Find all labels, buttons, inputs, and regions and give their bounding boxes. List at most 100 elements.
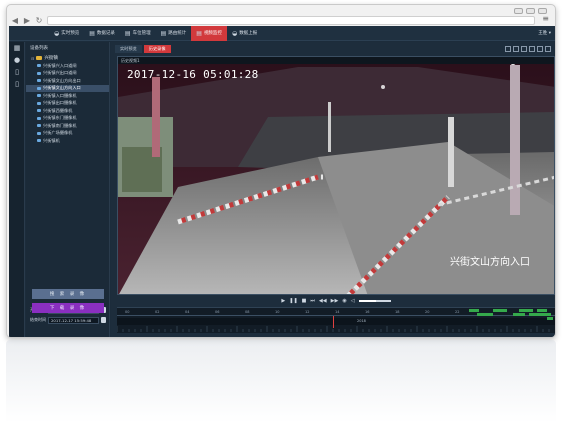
camera-icon [37,79,41,83]
layout-switcher [505,46,551,52]
timeline-tick-label: 18 [395,310,400,314]
device-tree-label: 兴街镇西摄像机 [43,107,73,113]
address-bar[interactable] [47,15,535,25]
tab-records[interactable]: ▤ 数据记录 [84,26,120,41]
device-tree-item[interactable]: 兴街镇西摄像机 [26,107,109,115]
device-tree-label: 兴街镇文山方向出口 [43,77,81,83]
playback-controls: ▶ ❚❚ ■ ⏭ ◀◀ ▶▶ ◉ ◁ [117,296,555,305]
file-icon[interactable]: ▯ [9,78,25,90]
top-nav: ◒ 实时预览 ▤ 数据记录 ▤ 车位管理 ▤ 路由统计 ▤ 视频监控 ◒ 数据上… [9,25,555,41]
chart-icon: ▤ [89,29,95,37]
back-icon[interactable]: ◀ [11,16,19,25]
tab-video[interactable]: ▤ 视频监控 [191,25,227,41]
collapse-icon[interactable]: ⊟ [31,56,34,61]
video-title: 历史视频1 [118,57,554,64]
camera-icon [37,124,41,128]
record-segment [513,313,525,316]
tree-root-label: 兴街镇 [44,56,58,61]
record-segment [469,309,479,312]
layout-9-icon[interactable] [521,46,527,52]
user-menu[interactable]: 王胜 ▾ [538,30,551,36]
tab-label: 视频监控 [203,31,222,36]
timeline-tick-label: 22 [455,310,460,314]
camera-icon [37,139,41,143]
device-tree-item[interactable]: 兴街镇文山方向出口 [26,77,109,85]
device-tree-item[interactable]: 兴街镇东门摄像机 [26,115,109,123]
volume-icon[interactable]: ◁ [351,298,355,304]
device-tree-item[interactable]: 兴街镇入口摄像机 [26,92,109,100]
chart-icon: ▤ [124,29,131,37]
layout-16-icon[interactable] [529,46,535,52]
user-icon[interactable]: ● [9,54,25,66]
layout-4-icon[interactable] [513,46,519,52]
tab-realtime[interactable]: ◒ 实时预览 [49,26,84,41]
end-time-input[interactable]: 2017-12-17 15:59:48 [48,316,99,324]
forward-icon[interactable]: ▶ [23,16,31,25]
download-recording-button[interactable]: 下 载 录 像 [32,303,104,313]
playback-timeline[interactable]: 00 02 04 06 08 10 12 14 16 18 20 22 2018 [117,307,555,333]
video-player[interactable]: 历史视频1 2017-12-16 05:01:28 兴街文山方向入口 [117,56,555,295]
calendar-icon[interactable] [101,317,106,323]
layout-custom-icon[interactable] [537,46,543,52]
tab-label: 数据记录 [96,31,115,36]
tab-stats[interactable]: ▤ 路由统计 [156,26,192,41]
timeline-tick-label: 20 [425,310,430,314]
slow-icon[interactable]: ◀◀ [319,298,327,304]
camera-icon [37,109,41,113]
browser-window: ◀ ▶ ↻ ≡ ◒ 实时预览 ▤ 数据记录 ▤ 车位管理 ▤ 路由统计 ▤ 视频… [6,4,556,338]
play-icon[interactable]: ▶ [281,298,285,304]
volume-slider[interactable] [358,299,391,302]
timeline-tick-label: 16 [365,310,370,314]
device-tree-label: 兴街镇文山方向入口 [43,85,81,91]
dashboard-icon: ◒ [231,29,238,37]
dashboard-icon: ◒ [54,29,60,37]
end-time-label: 结束时间 [30,317,46,322]
device-tree-item[interactable]: 兴街镇机 [26,137,109,145]
device-tree-item[interactable]: 兴街镇南门摄像机 [26,122,109,130]
osd-location: 兴街文山方向入口 [450,257,530,268]
device-tree-label: 兴街镇出口摄像机 [43,100,77,106]
subtab-live[interactable]: 实时预览 [115,45,142,53]
record-segment [493,309,507,312]
device-tree-item[interactable]: 兴街广场摄像机 [26,130,109,138]
video-main: 实时预览 历史录像 历史视频1 2017-12-16 05:01:28 兴街文山… [111,42,555,337]
snapshot-icon[interactable]: ◉ [342,298,346,304]
camera-icon [37,64,41,68]
timeline-tick-label: 06 [215,310,220,314]
camera-icon [37,71,41,75]
fast-icon[interactable]: ▶▶ [331,298,339,304]
camera-icon [37,86,41,90]
pause-icon[interactable]: ❚❚ [289,298,297,304]
timeline-tick-label: 04 [185,310,190,314]
device-tree-label: 兴街广场摄像机 [43,130,73,136]
device-tree-item[interactable]: 兴街镇出口摄像机 [26,100,109,108]
device-tree-item[interactable]: 兴街镇文山方向入口 [26,84,109,92]
timeline-track[interactable] [117,318,555,325]
subtab-history[interactable]: 历史录像 [143,45,171,53]
timeline-tick-label: 12 [305,310,310,314]
stop-icon[interactable]: ■ [302,298,307,304]
tab-label: 数据上报 [239,31,258,36]
device-tree-item[interactable]: 兴街镇兴入口道闸 [26,62,109,70]
tab-upload[interactable]: ◒ 数据上报 [227,26,262,41]
record-segment [537,309,547,312]
step-icon[interactable]: ⏭ [310,298,315,304]
camera-icon [37,101,41,105]
grid-icon[interactable]: ▦ [9,42,25,54]
window-reflection [6,340,556,432]
chart-icon: ▤ [160,29,167,37]
app-root: ◒ 实时预览 ▤ 数据记录 ▤ 车位管理 ▤ 路由统计 ▤ 视频监控 ◒ 数据上… [9,25,555,337]
search-recording-button[interactable]: 搜 索 录 像 [32,289,104,299]
tab-label: 实时预览 [61,31,80,36]
tab-parking[interactable]: ▤ 车位管理 [120,26,156,41]
device-tree-item[interactable]: 兴街镇兴出口道闸 [26,70,109,78]
browser-menu-icon[interactable]: ≡ [542,14,549,23]
tree-root[interactable]: ⊟ 兴街镇 [26,54,109,62]
fullscreen-icon[interactable] [545,46,551,52]
layout-1-icon[interactable] [505,46,511,52]
timeline-tick-label: 10 [275,310,280,314]
document-icon[interactable]: ▯ [9,66,25,78]
timeline-tick-label: 00 [125,310,130,314]
reload-icon[interactable]: ↻ [35,16,43,25]
device-tree-label: 兴街镇兴入口道闸 [43,62,77,68]
